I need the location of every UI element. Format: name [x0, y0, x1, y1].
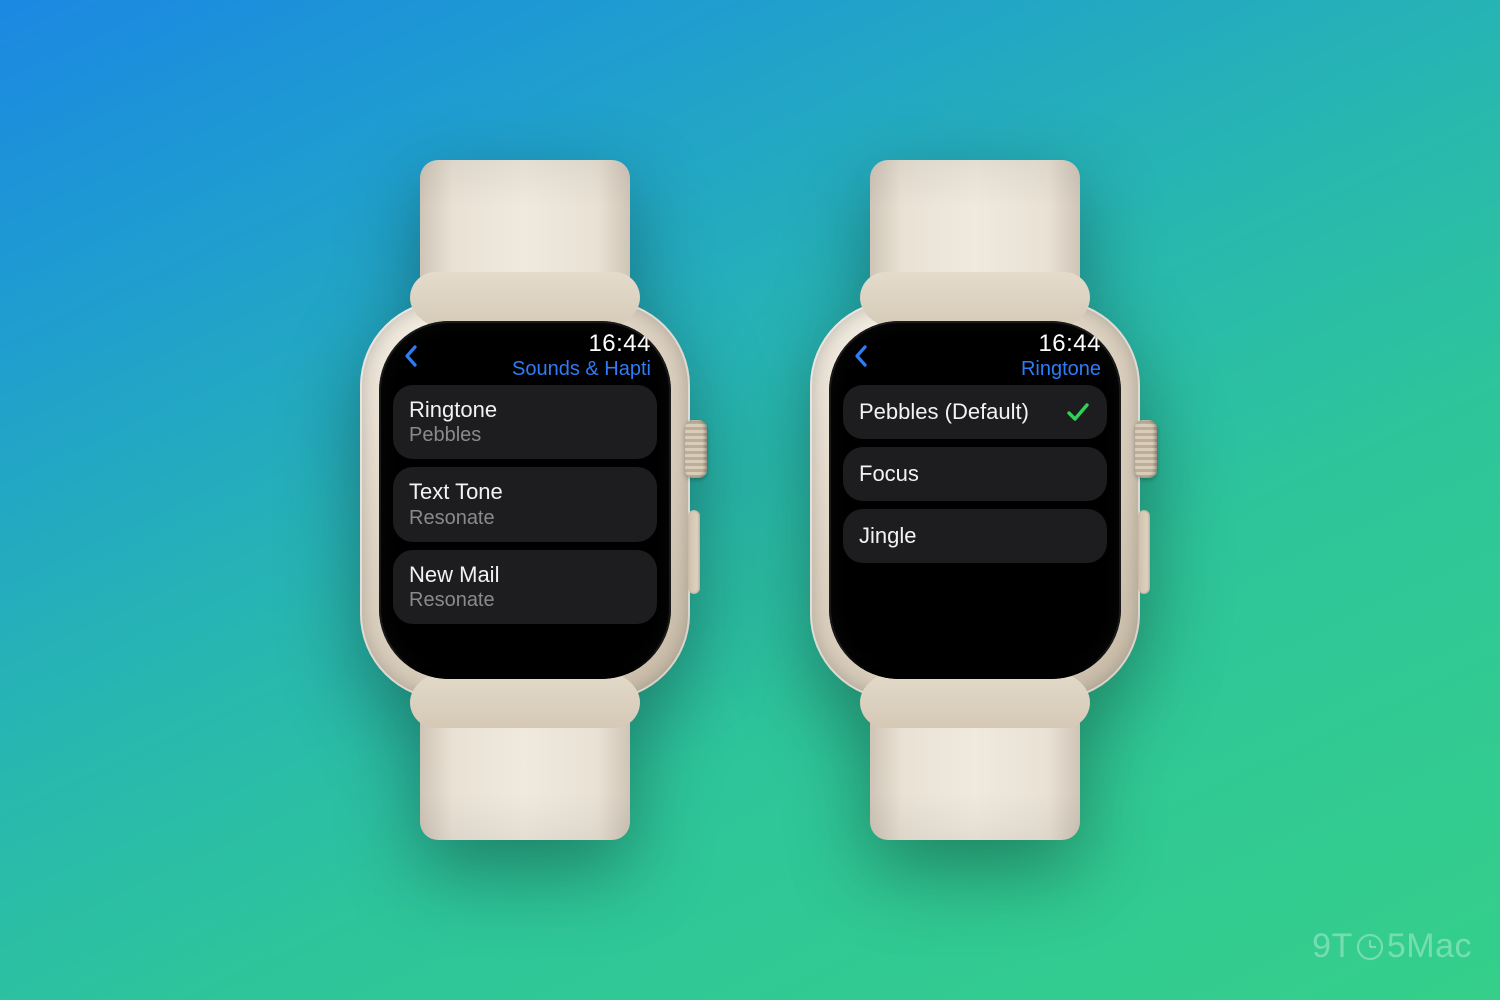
stage: 16:44 Sounds & Hapti Ringtone Pebbles Te…	[0, 0, 1500, 1000]
status-bar: 16:44 Ringtone	[843, 337, 1107, 375]
screen-fade	[829, 649, 1121, 679]
watch-left: 16:44 Sounds & Hapti Ringtone Pebbles Te…	[345, 160, 705, 840]
screen-sounds-haptics: 16:44 Sounds & Hapti Ringtone Pebbles Te…	[379, 321, 671, 679]
chevron-left-icon	[404, 345, 418, 367]
watermark-suffix: 5Mac	[1387, 927, 1472, 966]
ringtone-option-pebbles[interactable]: Pebbles (Default)	[843, 385, 1107, 439]
row-label: Jingle	[859, 523, 916, 548]
clock-icon	[1355, 932, 1385, 962]
screen-fade	[379, 649, 671, 679]
back-button[interactable]	[845, 340, 877, 372]
watch-case: 16:44 Ringtone Pebbles (Default)	[810, 300, 1140, 700]
title-wrap: 16:44 Sounds & Hapti	[427, 332, 651, 381]
watermark-prefix: 9T	[1312, 927, 1353, 966]
row-label: New Mail	[409, 562, 499, 587]
clock-time: 16:44	[1038, 332, 1101, 356]
clock-time: 16:44	[588, 332, 651, 356]
checkmark-icon	[1065, 399, 1091, 425]
side-button[interactable]	[688, 510, 700, 594]
back-button[interactable]	[395, 340, 427, 372]
settings-list: Ringtone Pebbles Text Tone Resonate New …	[393, 385, 657, 624]
row-ringtone[interactable]: Ringtone Pebbles	[393, 385, 657, 459]
watch-right: 16:44 Ringtone Pebbles (Default)	[795, 160, 1155, 840]
row-label: Text Tone	[409, 479, 503, 504]
ringtone-list: Pebbles (Default) Focus Jingle	[843, 385, 1107, 563]
digital-crown[interactable]	[685, 420, 707, 478]
row-label: Focus	[859, 461, 919, 486]
row-sublabel: Resonate	[409, 507, 503, 530]
watermark-9to5mac: 9T 5Mac	[1312, 927, 1472, 966]
screen-title: Sounds & Hapti	[512, 358, 651, 381]
title-wrap: 16:44 Ringtone	[877, 332, 1101, 381]
row-label: Ringtone	[409, 397, 497, 422]
ringtone-option-focus[interactable]: Focus	[843, 447, 1107, 501]
row-label: Pebbles (Default)	[859, 399, 1029, 424]
row-sublabel: Resonate	[409, 589, 499, 612]
watch-case: 16:44 Sounds & Hapti Ringtone Pebbles Te…	[360, 300, 690, 700]
screen-ringtone: 16:44 Ringtone Pebbles (Default)	[829, 321, 1121, 679]
row-sublabel: Pebbles	[409, 424, 497, 447]
status-bar: 16:44 Sounds & Hapti	[393, 337, 657, 375]
screen-title: Ringtone	[1021, 358, 1101, 381]
row-new-mail[interactable]: New Mail Resonate	[393, 550, 657, 624]
ringtone-option-jingle[interactable]: Jingle	[843, 509, 1107, 563]
digital-crown[interactable]	[1135, 420, 1157, 478]
chevron-left-icon	[854, 345, 868, 367]
row-text-tone[interactable]: Text Tone Resonate	[393, 467, 657, 541]
side-button[interactable]	[1138, 510, 1150, 594]
